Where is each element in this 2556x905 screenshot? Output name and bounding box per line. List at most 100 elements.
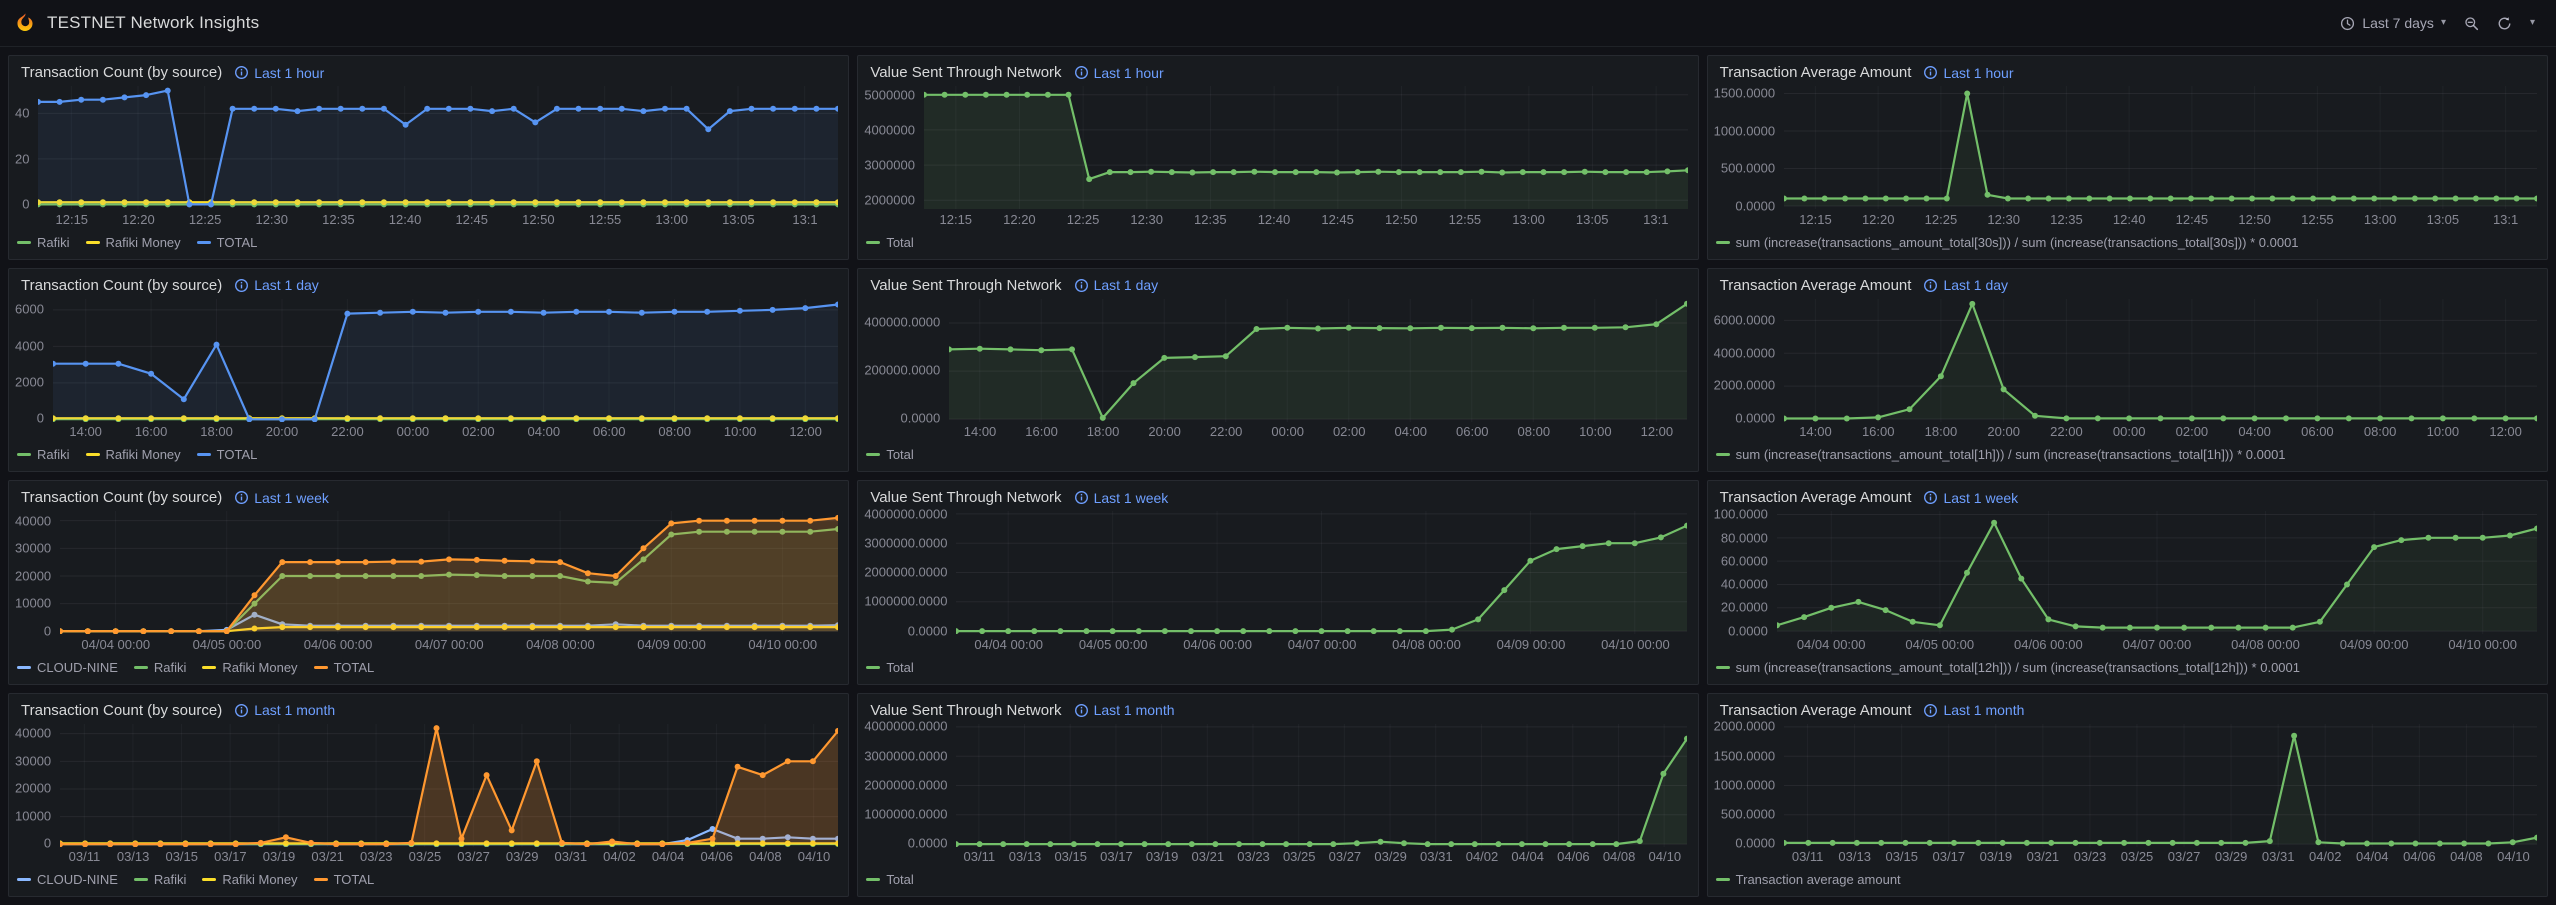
panel: Transaction Count (by source) Last 1 wee… — [8, 480, 849, 685]
panel-range-link[interactable]: Last 1 month — [1923, 702, 2024, 718]
legend-item[interactable]: Total — [866, 872, 913, 887]
legend-item[interactable]: Rafiki — [134, 872, 187, 887]
chart-plot[interactable] — [1777, 511, 2537, 634]
legend-item[interactable]: TOTAL — [197, 447, 258, 462]
panel-range-link[interactable]: Last 1 hour — [1074, 65, 1164, 81]
panel-header: Value Sent Through Network Last 1 day — [858, 269, 1697, 296]
chart-plot[interactable] — [956, 724, 1687, 847]
legend: sum (increase(transactions_amount_total[… — [1714, 232, 2537, 253]
legend-item[interactable]: Total — [866, 235, 913, 250]
legend-item[interactable]: Rafiki — [134, 660, 187, 675]
panel: Value Sent Through Network Last 1 week 1… — [857, 480, 1698, 685]
legend-item[interactable]: TOTAL — [314, 660, 375, 675]
time-picker-button[interactable]: Last 7 days ▾ — [2333, 10, 2453, 36]
legend-swatch — [202, 666, 216, 669]
panel-range-link[interactable]: Last 1 hour — [234, 65, 324, 81]
panel-range-link[interactable]: Last 1 day — [234, 277, 319, 293]
refresh-interval-button[interactable]: ▾ — [2523, 13, 2542, 33]
x-axis-label: 13:1 — [1643, 213, 1668, 226]
legend-item[interactable]: Rafiki — [17, 235, 70, 250]
legend-item[interactable]: Rafiki Money — [202, 660, 297, 675]
panel-title[interactable]: Value Sent Through Network — [870, 277, 1061, 294]
panel-title[interactable]: Transaction Count (by source) — [21, 64, 222, 81]
y-axis-label: 0.0000 — [1735, 199, 1775, 212]
legend-item[interactable]: Rafiki Money — [86, 235, 181, 250]
legend-item[interactable]: TOTAL — [197, 235, 258, 250]
y-axis-label: 4000000 — [864, 123, 915, 136]
x-axis-label: 04/09 00:00 — [2340, 638, 2409, 651]
legend-item[interactable]: sum (increase(transactions_amount_total[… — [1716, 235, 2299, 250]
zoom-out-button[interactable] — [2457, 11, 2486, 36]
legend-label: Rafiki — [154, 660, 187, 675]
panel-title[interactable]: Transaction Count (by source) — [21, 277, 222, 294]
y-axis: 20000002000000300000040000005000000 — [864, 86, 924, 209]
chart-plot[interactable] — [38, 86, 838, 209]
legend-item[interactable]: sum (increase(transactions_amount_total[… — [1716, 447, 2286, 462]
legend-item[interactable]: CLOUD-NINE — [17, 660, 118, 675]
chart-plot[interactable] — [53, 299, 838, 422]
x-axis-label: 04/04 00:00 — [81, 638, 150, 651]
panel-range-link[interactable]: Last 1 week — [1923, 490, 2018, 506]
x-axis-label: 12:00 — [789, 425, 822, 438]
x-axis-label: 04/06 — [1557, 850, 1590, 863]
panel-range-link[interactable]: Last 1 month — [1074, 702, 1175, 718]
panel-header: Value Sent Through Network Last 1 week — [858, 481, 1697, 508]
panel-title[interactable]: Value Sent Through Network — [870, 489, 1061, 506]
panel-range-link[interactable]: Last 1 day — [1074, 277, 1159, 293]
x-axis-label: 13:00 — [655, 213, 688, 226]
x-axis-label: 00:00 — [2113, 425, 2146, 438]
legend-swatch — [202, 878, 216, 881]
x-axis-label: 12:55 — [1449, 213, 1482, 226]
legend-swatch — [17, 453, 31, 456]
x-axis-label: 04/07 00:00 — [415, 638, 484, 651]
legend-item[interactable]: Rafiki Money — [202, 872, 297, 887]
y-axis-label: 1500.0000 — [1714, 749, 1775, 762]
refresh-button[interactable] — [2490, 11, 2519, 36]
panel-title[interactable]: Transaction Average Amount — [1720, 64, 1912, 81]
y-axis: 1000.00000.0000500.00001000.00001500.000… — [1714, 86, 1784, 209]
legend: sum (increase(transactions_amount_total[… — [1714, 657, 2537, 678]
panel-title[interactable]: Transaction Average Amount — [1720, 489, 1912, 506]
chart-plot[interactable] — [60, 511, 838, 634]
legend-item[interactable]: Transaction average amount — [1716, 872, 1901, 887]
panel-header: Value Sent Through Network Last 1 month — [858, 694, 1697, 721]
legend-item[interactable]: Rafiki — [17, 447, 70, 462]
chart-plot[interactable] — [956, 511, 1687, 634]
panel-title[interactable]: Transaction Average Amount — [1720, 702, 1912, 719]
legend-item[interactable]: Total — [866, 660, 913, 675]
panel-title[interactable]: Value Sent Through Network — [870, 64, 1061, 81]
x-axis-label: 12:15 — [1799, 213, 1832, 226]
x-axis-label: 12:20 — [1003, 213, 1036, 226]
chart-plot[interactable] — [949, 299, 1687, 422]
chart-plot[interactable] — [1784, 724, 2537, 847]
y-axis-label: 4000.0000 — [1714, 346, 1775, 359]
panel-range-link[interactable]: Last 1 week — [1074, 490, 1169, 506]
legend-item[interactable]: sum (increase(transactions_amount_total[… — [1716, 660, 2300, 675]
chart-plot[interactable] — [1784, 86, 2537, 209]
panel-title[interactable]: Transaction Average Amount — [1720, 277, 1912, 294]
chart-plot[interactable] — [1784, 299, 2537, 422]
panel-title[interactable]: Value Sent Through Network — [870, 702, 1061, 719]
panel-range-link[interactable]: Last 1 hour — [1923, 65, 2013, 81]
chart-plot[interactable] — [924, 86, 1688, 209]
legend-label: TOTAL — [334, 660, 375, 675]
legend-label: Total — [886, 235, 913, 250]
panel-range-link[interactable]: Last 1 month — [234, 702, 335, 718]
chart-plot[interactable] — [60, 724, 838, 847]
legend-item[interactable]: Rafiki Money — [86, 447, 181, 462]
x-axis-label: 12:40 — [389, 213, 422, 226]
legend-item[interactable]: Total — [866, 447, 913, 462]
panel-title[interactable]: Transaction Count (by source) — [21, 702, 222, 719]
y-axis-label: 6000.0000 — [1714, 313, 1775, 326]
legend-label: Rafiki — [154, 872, 187, 887]
legend-swatch — [1716, 241, 1730, 244]
panel-range-link[interactable]: Last 1 day — [1923, 277, 2008, 293]
panel-range-link[interactable]: Last 1 week — [234, 490, 329, 506]
x-axis-label: 08:00 — [1518, 425, 1551, 438]
x-axis-label: 03/25 — [2121, 850, 2154, 863]
legend-item[interactable]: TOTAL — [314, 872, 375, 887]
panel-title[interactable]: Transaction Count (by source) — [21, 489, 222, 506]
panel: Value Sent Through Network Last 1 day 20… — [857, 268, 1698, 473]
legend-item[interactable]: CLOUD-NINE — [17, 872, 118, 887]
panel-range-label: Last 1 month — [254, 702, 335, 718]
